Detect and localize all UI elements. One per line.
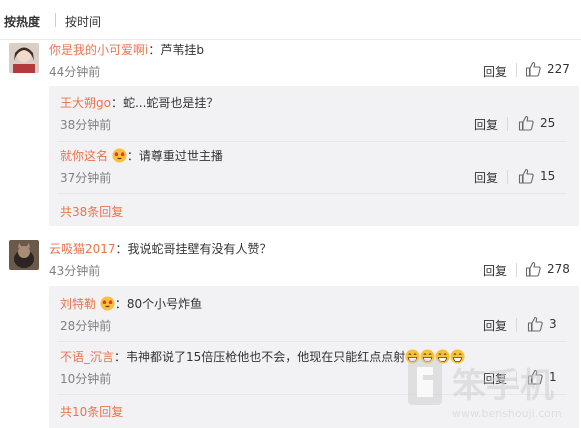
avatar[interactable] [9, 240, 39, 270]
like-button[interactable]: 15 [518, 168, 555, 184]
divider [57, 341, 567, 342]
sub-comment-line: 就你这名 ：请尊重过世主播 [60, 147, 223, 164]
sub-comment-time: 10分钟前 [60, 372, 112, 386]
avatar[interactable] [9, 43, 39, 73]
like-button[interactable]: 3 [527, 316, 557, 332]
divider [516, 263, 517, 277]
sub-comment-username[interactable]: 王大朔go [60, 96, 111, 110]
comment-username[interactable]: 云吸猫2017 [49, 242, 116, 256]
thumbs-up-icon [525, 261, 541, 277]
like-count: 15 [540, 169, 556, 183]
divider [57, 193, 567, 194]
thumbs-up-icon [525, 61, 541, 77]
reply-button[interactable]: 回复 [474, 116, 498, 133]
heart-eyes-emoji-icon [100, 296, 115, 311]
comment-time: 43分钟前 [49, 264, 101, 278]
sort-by-hot-tab[interactable]: 按热度 [4, 13, 40, 30]
svg-text:www.benshouji.com: www.benshouji.com [452, 407, 562, 420]
comment-text: ：芦苇挂b [148, 43, 204, 57]
like-button[interactable]: 227 [525, 61, 570, 77]
sub-comment-username[interactable]: 就你这名 [60, 149, 108, 163]
sub-comment-text: ：请尊重过世主播 [126, 149, 223, 163]
sort-divider [55, 13, 56, 27]
sub-comment-line: 王大朔go：蛇...蛇哥也是挂？ [60, 94, 218, 111]
sub-comment-line: 刘特勒 ：80个小号炸鱼 [60, 295, 202, 312]
divider [516, 63, 517, 77]
thumbs-up-icon [527, 316, 543, 332]
sub-comment-username[interactable]: 刘特勒 [60, 297, 96, 311]
sub-comment-time: 37分钟前 [60, 171, 112, 185]
comment-line: 你是我的小可爱啊i：芦苇挂b [49, 41, 204, 58]
more-replies-link[interactable]: 共10条回复 [60, 403, 123, 420]
thumbs-up-icon [518, 168, 534, 184]
comment-time: 44分钟前 [49, 65, 101, 79]
divider [57, 141, 567, 142]
comment-text: ：我说蛇哥挂壁有没有人赞？ [115, 242, 272, 256]
like-count: 227 [547, 62, 570, 76]
reply-button[interactable]: 回复 [483, 262, 507, 279]
sort-bar: 按热度 按时间 [0, 0, 581, 40]
like-button[interactable]: 25 [518, 115, 555, 131]
comment-username[interactable]: 你是我的小可爱啊i [49, 43, 148, 57]
sub-comment-text: ：蛇...蛇哥也是挂？ [110, 96, 219, 110]
sub-comment-time: 28分钟前 [60, 319, 112, 333]
sub-comment-text: ：80个小号炸鱼 [114, 297, 203, 311]
thumbs-up-icon [518, 115, 534, 131]
svg-text:笨手机: 笨手机 [452, 366, 554, 406]
sub-comment-text: ：韦神都说了15倍压枪他也不会，他现在只能红点点射 [114, 350, 406, 364]
heart-eyes-emoji-icon [112, 148, 127, 163]
divider [516, 318, 517, 332]
like-count: 278 [547, 262, 570, 276]
more-replies-link[interactable]: 共38条回复 [60, 203, 123, 220]
sort-by-time-tab[interactable]: 按时间 [65, 13, 101, 30]
divider [507, 170, 508, 184]
reply-button[interactable]: 回复 [474, 169, 498, 186]
comment-line: 云吸猫2017：我说蛇哥挂壁有没有人赞？ [49, 240, 272, 257]
like-count: 3 [549, 317, 557, 331]
site-watermark-logo: 笨手机 www.benshouji.com [408, 359, 562, 420]
reply-button[interactable]: 回复 [483, 63, 507, 80]
sub-comment-time: 38分钟前 [60, 118, 112, 132]
reply-button[interactable]: 回复 [483, 317, 507, 334]
sub-comment-username[interactable]: 不语_沉言 [60, 350, 114, 364]
divider [507, 117, 508, 131]
like-button[interactable]: 278 [525, 261, 570, 277]
like-count: 25 [540, 116, 556, 130]
